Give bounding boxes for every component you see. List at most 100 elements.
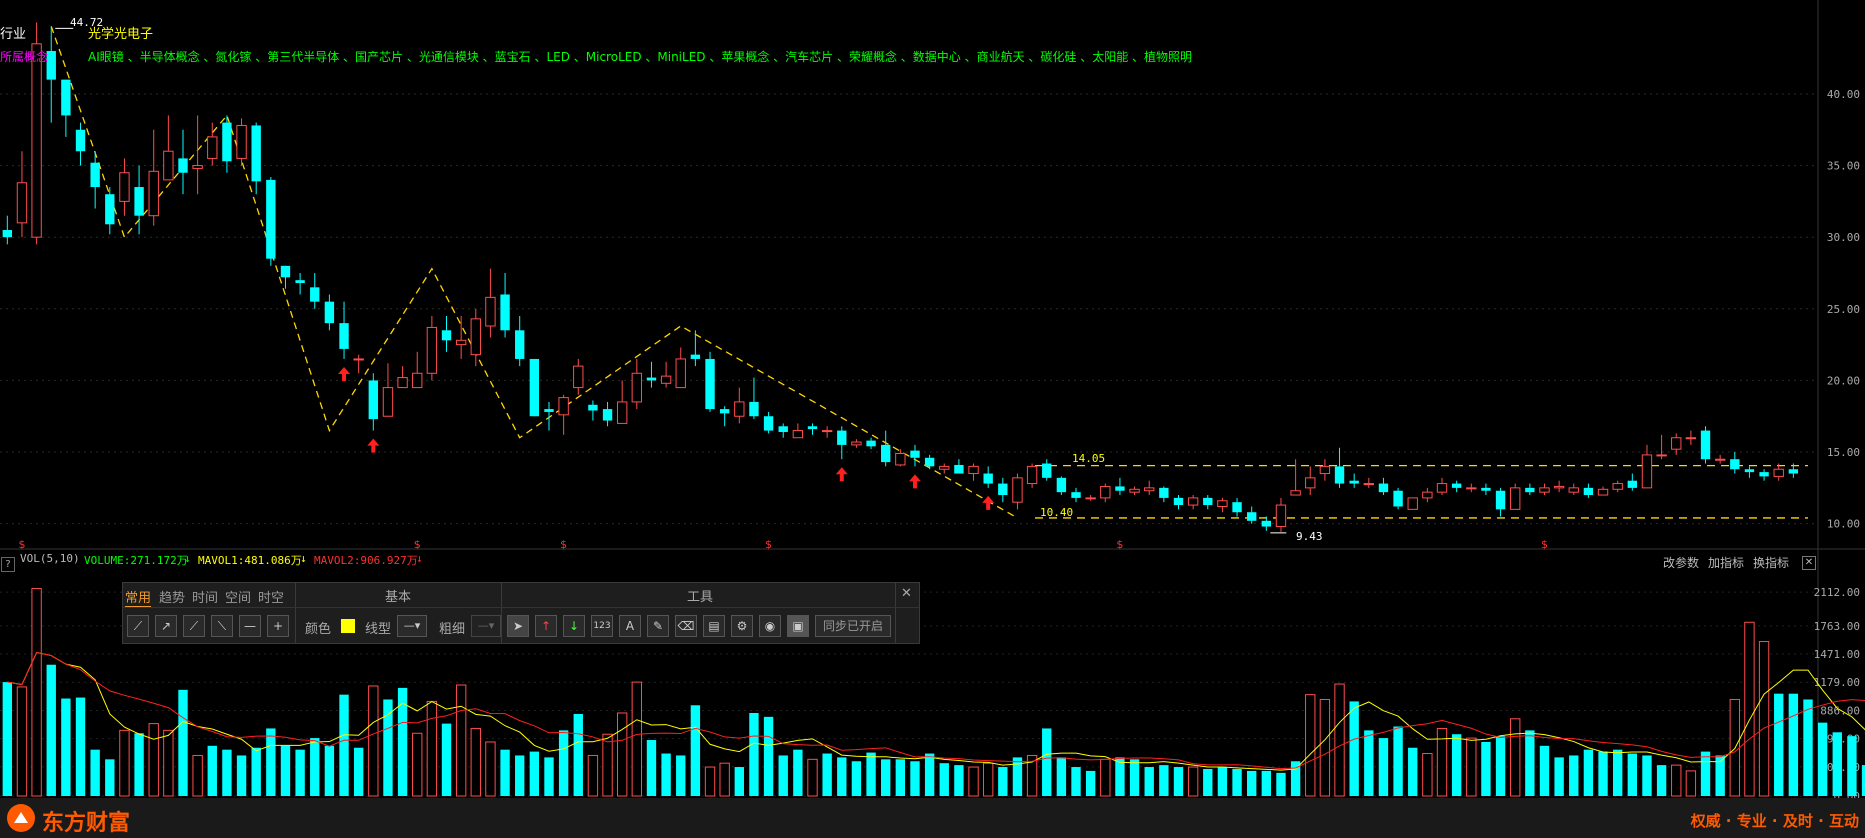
volume-bar-down — [690, 705, 701, 796]
volume-bar-down — [558, 730, 569, 796]
help-button[interactable]: ? — [1, 557, 15, 572]
volume-bar-down — [881, 759, 891, 796]
candle-up — [1275, 504, 1287, 528]
candle-down — [280, 265, 291, 278]
volume-bar-down — [1803, 699, 1813, 796]
volume-bar-down — [1173, 767, 1184, 796]
sync-icon[interactable]: ▣ — [787, 615, 809, 637]
line-type-label: 线型 — [365, 622, 392, 637]
up-arrow-icon[interactable]: ↑ — [535, 615, 557, 637]
candle-down — [339, 323, 349, 349]
volume-bar-down — [383, 699, 393, 796]
volume-bar-down — [1832, 732, 1842, 796]
tab-timespace[interactable]: 时空 — [258, 587, 284, 606]
diagonal-line-icon[interactable]: ⟍ — [211, 615, 233, 637]
add-indicator-link[interactable]: 加指标 — [1708, 554, 1744, 571]
volume-bar-down — [1247, 770, 1257, 796]
volume-bar-down — [529, 751, 540, 796]
volume-bar-down — [1627, 753, 1638, 796]
mavol1-value: MAVOL1:481.086万 — [198, 554, 302, 567]
line-segment-icon[interactable]: ⟋ — [127, 615, 149, 637]
volume-bar-up — [1187, 766, 1199, 797]
dividend-marker: $ — [560, 538, 567, 551]
candle-up — [1305, 477, 1316, 489]
eraser-icon[interactable]: ⌫ — [675, 615, 697, 637]
candle-down — [251, 125, 261, 182]
volume-bar-down — [1393, 726, 1403, 796]
candle-down — [2, 230, 13, 238]
volume-bar-down — [295, 749, 305, 796]
pointer-icon[interactable]: ➤ — [507, 615, 529, 637]
candle-down — [441, 330, 452, 341]
price-tick-label: 25.00 — [1827, 303, 1860, 316]
candle-down — [1759, 472, 1769, 477]
candle-down — [705, 358, 715, 410]
low-price-label: 9.43 — [1296, 530, 1323, 543]
candle-down — [837, 430, 847, 445]
candle-up — [939, 465, 950, 470]
dividend-marker: $ — [414, 538, 421, 551]
kline-chart[interactable]: 40.00 35.00 30.00 25.00 20.00 15.00 10.00 $ $ $ $ $… — [0, 0, 1865, 800]
candle-down — [1203, 497, 1213, 506]
toolbar-close-button[interactable]: ✕ — [901, 586, 912, 601]
tab-time[interactable]: 时间 — [192, 587, 218, 606]
candle-down — [588, 404, 598, 411]
volume-bar-up — [163, 729, 174, 797]
volume-tick-label: 1471.00 — [1814, 648, 1860, 661]
candle-up — [821, 430, 833, 433]
mavol2-value: MAVOL2:906.927万 — [314, 554, 418, 567]
gear-icon[interactable]: ⚙ — [731, 615, 753, 637]
ray-line-icon[interactable]: ↗ — [155, 615, 177, 637]
volume-tick-label: 886.00 — [1820, 704, 1860, 717]
tab-common[interactable]: 常用 — [125, 587, 152, 608]
thickness-select[interactable]: —▾ — [471, 615, 501, 637]
volume-bar-down — [646, 740, 657, 796]
line-type-select[interactable]: —▾ — [397, 615, 427, 637]
candle-up — [1363, 483, 1374, 486]
candle-down — [1071, 492, 1081, 498]
color-swatch[interactable] — [341, 619, 355, 633]
candle-down — [924, 457, 935, 467]
volume-bar-down — [1495, 736, 1506, 796]
volume-bar-down — [266, 728, 276, 796]
brush-icon[interactable]: ✎ — [647, 615, 669, 637]
volume-bar-down — [1056, 757, 1067, 796]
eye-icon[interactable]: ◉ — [759, 615, 781, 637]
volume-bar-up — [1510, 718, 1521, 797]
volume-bar-down — [1569, 755, 1579, 796]
trash-icon[interactable]: ▤ — [703, 615, 725, 637]
straight-line-icon[interactable]: ⟋ — [183, 615, 205, 637]
volume-bar-down — [822, 753, 832, 796]
candle-up — [1568, 487, 1579, 493]
volume-bar-down — [1656, 765, 1667, 796]
candle-down — [1481, 487, 1491, 491]
candle-up — [1422, 491, 1433, 499]
horizontal-line-icon[interactable]: — — [239, 615, 261, 637]
candle-up — [1773, 468, 1784, 477]
candle-down — [544, 409, 554, 412]
down-arrow-icon[interactable]: ↓ — [563, 615, 585, 637]
volume-bar-down — [397, 687, 408, 796]
volume-bar-up — [426, 700, 438, 797]
candle-up — [1539, 487, 1550, 493]
text-tool-icon[interactable]: A — [619, 615, 641, 637]
tab-space[interactable]: 空间 — [225, 587, 251, 606]
candle-up — [1026, 465, 1038, 485]
close-indicator-button[interactable]: ✕ — [1802, 556, 1816, 570]
crosshair-icon[interactable]: + — [267, 615, 289, 637]
switch-indicator-link[interactable]: 换指标 — [1753, 554, 1789, 571]
volume-bar-up — [1671, 764, 1682, 797]
change-params-link[interactable]: 改参数 — [1663, 554, 1699, 571]
tab-trend[interactable]: 趋势 — [159, 587, 185, 606]
candle-down — [1393, 490, 1403, 507]
volume-bar-down — [1612, 749, 1623, 796]
sync-status-button[interactable]: 同步已开启 — [815, 615, 891, 637]
number-tool-icon[interactable]: 123 — [591, 615, 613, 637]
candle-up — [1012, 477, 1023, 503]
volume-bar-up — [470, 727, 481, 797]
volume-bar-up — [1466, 737, 1477, 797]
volume-bar-down — [1129, 759, 1140, 796]
concept-list[interactable]: AI眼镜 、半导体概念 、氮化镓 、第三代半导体 、国产芯片 、光通信模块 、蓝… — [88, 48, 1192, 65]
price-tick-label: 20.00 — [1827, 374, 1860, 387]
candle-up — [236, 124, 247, 159]
